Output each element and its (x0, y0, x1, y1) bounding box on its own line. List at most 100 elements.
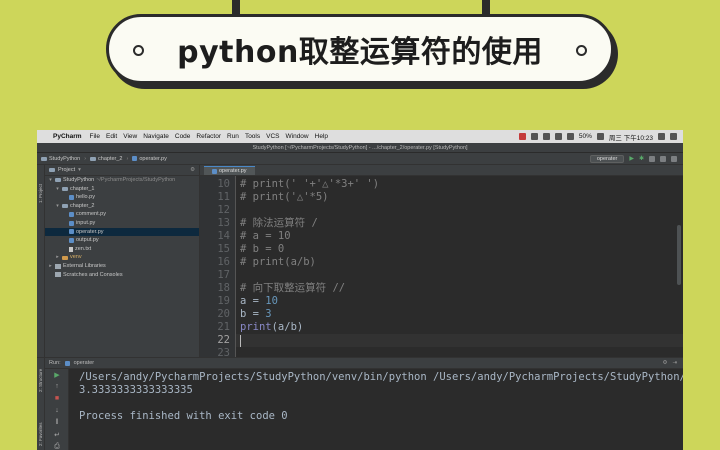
search-everywhere-icon[interactable] (671, 155, 677, 162)
tree-item-label: chapter_2 (70, 202, 95, 209)
status-area: 50% 周三 下午10:23 (518, 132, 683, 142)
wrap-icon[interactable]: ↵ (53, 431, 61, 439)
breadcrumb-separator: › (126, 155, 129, 162)
chevron-down-icon: ▾ (56, 185, 59, 192)
gear-icon[interactable]: ⚙ (662, 360, 667, 366)
status-app-icon[interactable] (530, 133, 538, 140)
tree-item[interactable]: zen.txt (45, 245, 199, 254)
macos-menubar: PyCharm File Edit View Navigate Code Ref… (37, 130, 683, 143)
down-arrow-icon[interactable]: ↓ (53, 407, 61, 414)
up-arrow-icon[interactable]: ↑ (53, 383, 61, 390)
stop-icon[interactable] (660, 155, 666, 162)
tree-item[interactable]: hello.py (45, 193, 199, 202)
project-tool-tab[interactable]: 1: Project (38, 184, 43, 203)
menu-app-name[interactable]: PyCharm (53, 133, 82, 140)
hide-panel-icon[interactable]: ⇥ (672, 360, 677, 366)
search-icon[interactable] (658, 133, 665, 140)
run-panel-config-tab[interactable]: operater (74, 360, 95, 366)
menu-run[interactable]: Run (227, 133, 239, 140)
tree-item[interactable]: ▾ StudyPython ~/PycharmProjects/StudyPytho… (45, 176, 199, 185)
tree-item[interactable]: Scratches and Consoles (45, 271, 199, 280)
gear-icon[interactable]: ⚙ (190, 167, 195, 173)
line-number: 16 (217, 256, 230, 268)
folder-icon (90, 156, 97, 161)
menu-window[interactable]: Window (286, 133, 309, 140)
tree-item[interactable]: ▾ chapter_2 (45, 202, 199, 211)
run-panel-header: Run: operater ⚙ ⇥ (37, 358, 683, 369)
tree-item-path: ~/PycharmProjects/StudyPython (96, 177, 176, 183)
banner-dot-left (133, 45, 144, 56)
folder-icon (41, 156, 47, 161)
stop-icon[interactable]: ■ (53, 395, 61, 402)
menu-refactor[interactable]: Refactor (196, 133, 221, 140)
code-number: 10 (265, 295, 278, 307)
tree-item[interactable]: comment.py (45, 210, 199, 219)
tree-item[interactable]: input.py (45, 219, 199, 228)
banner-dot-right (576, 45, 587, 56)
menubar-clock[interactable]: 周三 下午10:23 (609, 132, 653, 142)
breadcrumb-folder[interactable]: chapter_2 (90, 156, 123, 162)
run-config-selector[interactable]: operater (589, 154, 625, 163)
debug-icon[interactable]: ✱ (639, 155, 644, 162)
menu-help[interactable]: Help (315, 133, 328, 140)
tree-item-label: output.py (76, 237, 99, 244)
editor-tab-operater[interactable]: operater.py (204, 166, 255, 175)
menu-code[interactable]: Code (175, 133, 191, 140)
code-text: # a = 10 (240, 230, 291, 243)
tree-item[interactable]: ▾ chapter_1 (45, 185, 199, 194)
recording-icon[interactable] (518, 133, 526, 140)
menu-list-icon[interactable] (670, 133, 677, 140)
library-icon (55, 263, 61, 269)
project-panel-title[interactable]: Project (58, 167, 75, 173)
breadcrumb-project[interactable]: StudyPython (41, 156, 80, 162)
breadcrumb-label: StudyPython (49, 155, 81, 162)
menu-view[interactable]: View (123, 133, 137, 140)
breadcrumb-file[interactable]: operater.py (132, 156, 167, 162)
wifi-icon[interactable] (566, 133, 574, 140)
menu-vcs[interactable]: VCS (266, 133, 279, 140)
menu-navigate[interactable]: Navigate (143, 133, 169, 140)
editor-scrollbar[interactable] (677, 225, 681, 285)
ide-main-area: 1: Project Project ▾ ⚙ ▾ StudyPython ~/Pyc… (37, 165, 683, 359)
run-toolbar: operater ▶ ✱ (589, 154, 683, 163)
tree-item[interactable]: operater.py (45, 227, 199, 237)
folder-icon (62, 186, 68, 191)
tree-item[interactable]: ▸ venv (45, 253, 199, 262)
tree-item[interactable]: output.py (45, 236, 199, 245)
pause-icon[interactable]: ‖ (53, 419, 61, 426)
rerun-icon[interactable]: ▶ (53, 371, 61, 379)
print-icon[interactable]: ⎙ (53, 443, 61, 450)
code-text: b = 3 (240, 308, 272, 321)
run-icon[interactable]: ▶ (629, 155, 634, 162)
menu-edit[interactable]: Edit (106, 133, 117, 140)
chevron-down-icon[interactable]: ▾ (78, 167, 81, 173)
battery-percent[interactable]: 50% (579, 133, 592, 140)
chevron-down-icon: ▾ (49, 177, 52, 183)
tree-item-label: External Libraries (63, 262, 106, 269)
folder-icon (62, 204, 68, 209)
tree-item[interactable]: ▸ External Libraries (45, 262, 199, 271)
line-number: 10 (217, 178, 230, 190)
favorites-tool-tab[interactable]: 2: Favorites (38, 422, 43, 446)
line-number: 18 (217, 282, 230, 294)
line-number: 15 (217, 243, 230, 255)
status-app-icon[interactable] (554, 133, 562, 140)
code-text: # b = 0 (240, 243, 284, 256)
run-console-output[interactable]: /Users/andy/PycharmProjects/StudyPython/… (79, 371, 683, 423)
project-tree: ▾ StudyPython ~/PycharmProjects/StudyPytho… (45, 176, 199, 279)
console-line: /Users/andy/PycharmProjects/StudyPython/… (79, 371, 683, 383)
coverage-icon[interactable] (649, 155, 655, 162)
menu-tools[interactable]: Tools (245, 133, 260, 140)
text-cursor (240, 335, 241, 347)
run-panel-label: Run: (49, 360, 61, 366)
battery-icon[interactable] (596, 133, 604, 140)
python-file-icon (69, 220, 74, 226)
code-line: 10 # print(' '+'△'*3+' ') (200, 178, 379, 191)
code-area[interactable]: 10 # print(' '+'△'*3+' ') 11 # print('△'*5)… (200, 176, 683, 359)
structure-tool-tab[interactable]: 2: Structure (38, 369, 43, 392)
menu-file[interactable]: File (90, 133, 100, 140)
status-app-icon[interactable] (542, 133, 550, 140)
editor-tab-bar: operater.py (200, 165, 683, 176)
tree-item-label: chapter_1 (70, 185, 95, 192)
